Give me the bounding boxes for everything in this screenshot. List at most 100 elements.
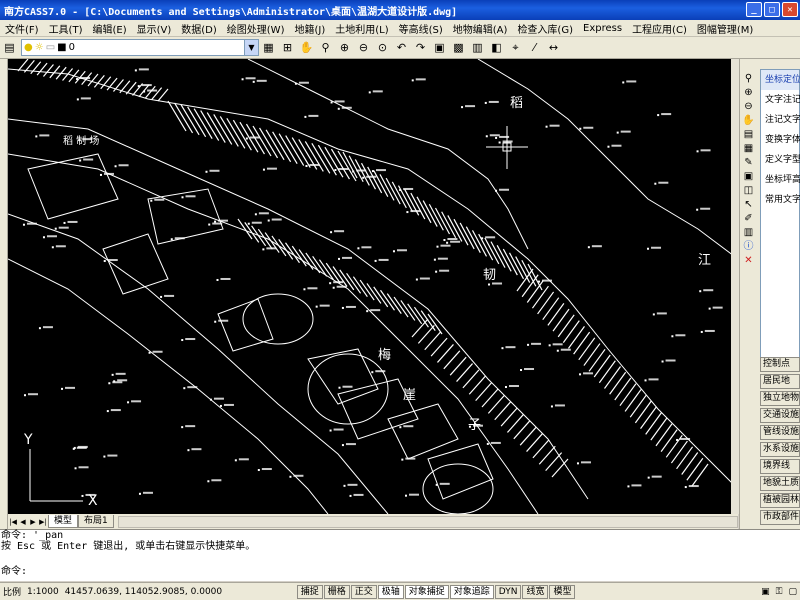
zoom-window-icon[interactable]: ⊕ — [742, 87, 755, 99]
maximize-icon[interactable]: □ — [764, 2, 780, 17]
menu-edit[interactable]: 编辑(E) — [87, 21, 131, 36]
rp-item[interactable]: 定义字型 — [761, 150, 800, 170]
line-icon[interactable]: ⁄ — [527, 40, 542, 55]
next-tab-icon[interactable]: ▶ — [28, 516, 38, 528]
last-tab-icon[interactable]: ▶| — [38, 516, 48, 528]
menu-tools[interactable]: 工具(T) — [44, 21, 88, 36]
layers-icon[interactable]: ◫ — [742, 185, 755, 197]
menu-contour[interactable]: 等高线(S) — [394, 21, 448, 36]
command-window[interactable]: 命令: '_pan 按 Esc 或 Enter 键退出, 或单击右键显示快捷菜单… — [0, 529, 800, 581]
elevation-point — [443, 239, 446, 242]
horizontal-scrollbar[interactable] — [117, 515, 738, 528]
elevation-label-mark — [26, 222, 37, 225]
rp-item[interactable]: 文字注记 — [761, 90, 800, 110]
osnap-toggle[interactable]: 对象捕捉 — [404, 584, 449, 599]
quick-calc-icon[interactable]: ◧ — [489, 40, 504, 55]
cursor-icon[interactable]: ↖ — [742, 199, 755, 211]
menu-check-import[interactable]: 检查入库(G) — [512, 21, 578, 36]
snap-icon[interactable]: ⌖ — [508, 40, 523, 55]
zoom-previous-icon[interactable]: ⊖ — [356, 40, 371, 55]
municipal-button[interactable]: 市政部件 — [760, 510, 800, 525]
menu-sheet-manage[interactable]: 图幅管理(M) — [692, 21, 758, 36]
vegetation-button[interactable]: 植被园林 — [760, 493, 800, 508]
menu-cadastre[interactable]: 地籍(J) — [289, 21, 330, 36]
tab-model[interactable]: 模型 — [48, 515, 79, 528]
palette-icon[interactable]: ▣ — [742, 171, 755, 183]
undo-icon[interactable]: ↶ — [394, 40, 409, 55]
delete-icon[interactable]: ✕ — [742, 255, 755, 267]
zoom-window-icon[interactable]: ⊕ — [337, 40, 352, 55]
independent-feature-button[interactable]: 独立地物 — [760, 391, 800, 406]
pan-icon[interactable]: ✋ — [299, 40, 314, 55]
slope-hatch-mark — [686, 457, 704, 481]
rp-item[interactable]: 坐标坪高 — [761, 170, 800, 190]
info-icon[interactable]: ⓘ — [742, 241, 755, 253]
elevation-label-mark — [174, 237, 185, 240]
prev-tab-icon[interactable]: ◀ — [18, 516, 28, 528]
elevation-label-mark — [353, 493, 364, 496]
drawing-canvas[interactable]: 梅 崖 子 江 韧 稻 稻 制 场 X Y — [8, 59, 738, 514]
transport-button[interactable]: 交通设施 — [760, 408, 800, 423]
elevation-point — [138, 492, 141, 495]
menu-express[interactable]: Express — [578, 23, 627, 34]
pipeline-button[interactable]: 管线设施 — [760, 425, 800, 440]
zoom-realtime-icon[interactable]: ⚲ — [318, 40, 333, 55]
landform-button[interactable]: 地貌土质 — [760, 476, 800, 491]
grid-toggle[interactable]: 栅格 — [323, 584, 350, 599]
lineweight-toggle[interactable]: 线宽 — [522, 584, 549, 599]
rp-item[interactable]: 注记文字 — [761, 110, 800, 130]
pan-icon[interactable]: ✋ — [742, 115, 755, 127]
layer-previous-icon[interactable]: ⊞ — [280, 40, 295, 55]
design-center-icon[interactable]: ▩ — [451, 40, 466, 55]
first-tab-icon[interactable]: |◀ — [8, 516, 18, 528]
edit-icon[interactable]: ✐ — [742, 213, 755, 225]
polar-toggle[interactable]: 极轴 — [377, 584, 404, 599]
water-system-button[interactable]: 水系设施 — [760, 442, 800, 457]
layer-properties-icon[interactable]: ▦ — [261, 40, 276, 55]
ortho-toggle[interactable]: 正交 — [350, 584, 377, 599]
dyn-toggle[interactable]: DYN — [494, 584, 522, 599]
tray-icon[interactable]: ▣ — [758, 587, 773, 597]
boundary-button[interactable]: 境界线 — [760, 459, 800, 474]
menu-engineering[interactable]: 工程应用(C) — [627, 21, 692, 36]
vertical-scrollbar[interactable] — [731, 59, 739, 514]
layer-manager-icon[interactable]: ▤ — [2, 40, 17, 55]
minimize-icon[interactable]: _ — [746, 2, 762, 17]
table-icon[interactable]: ▥ — [742, 227, 755, 239]
tab-layout1[interactable]: 布局1 — [78, 515, 114, 528]
rp-item[interactable]: 坐标定位 — [761, 70, 800, 90]
model-toggle[interactable]: 模型 — [549, 584, 576, 599]
grid-icon[interactable]: ▦ — [742, 143, 755, 155]
zoom-out-icon[interactable]: ⊖ — [742, 101, 755, 113]
elevation-point — [329, 429, 332, 432]
close-icon[interactable]: ✕ — [782, 2, 798, 17]
menu-draw-process[interactable]: 绘图处理(W) — [222, 21, 290, 36]
elevation-point — [607, 145, 610, 148]
control-point-button[interactable]: 控制点 — [760, 357, 800, 372]
redo-icon[interactable]: ↷ — [413, 40, 428, 55]
layer-select[interactable]: ● ☼ ▭ ■ 0 ▼ — [21, 39, 259, 56]
rp-item[interactable]: 常用文字 — [761, 190, 800, 210]
snap-toggle[interactable]: 捕捉 — [296, 584, 323, 599]
tool-palette-icon[interactable]: ▥ — [470, 40, 485, 55]
lock-icon[interactable]: ⚿ — [773, 587, 786, 597]
pencil-icon[interactable]: ✎ — [742, 157, 755, 169]
residence-button[interactable]: 居民地 — [760, 374, 800, 389]
clean-screen-icon[interactable]: ▢ — [785, 587, 800, 597]
scale-value[interactable]: 1:1000 — [24, 587, 62, 597]
properties-icon[interactable]: ▣ — [432, 40, 447, 55]
rp-item[interactable]: 变换字体 — [761, 130, 800, 150]
chevron-down-icon[interactable]: ▼ — [244, 40, 258, 55]
otrack-toggle[interactable]: 对象追踪 — [449, 584, 494, 599]
zoom-extents-icon[interactable]: ⊙ — [375, 40, 390, 55]
menu-view[interactable]: 显示(V) — [132, 21, 177, 36]
command-prompt[interactable]: 命令: — [0, 566, 800, 577]
menu-data[interactable]: 数据(D) — [176, 21, 222, 36]
zoom-icon[interactable]: ⚲ — [742, 73, 755, 85]
menu-feature-edit[interactable]: 地物编辑(A) — [448, 21, 513, 36]
elevation-label-mark — [266, 247, 277, 250]
layer-icon[interactable]: ▤ — [742, 129, 755, 141]
menu-land-use[interactable]: 土地利用(L) — [330, 21, 393, 36]
menu-file[interactable]: 文件(F) — [0, 21, 44, 36]
measure-icon[interactable]: ↔ — [546, 40, 561, 55]
